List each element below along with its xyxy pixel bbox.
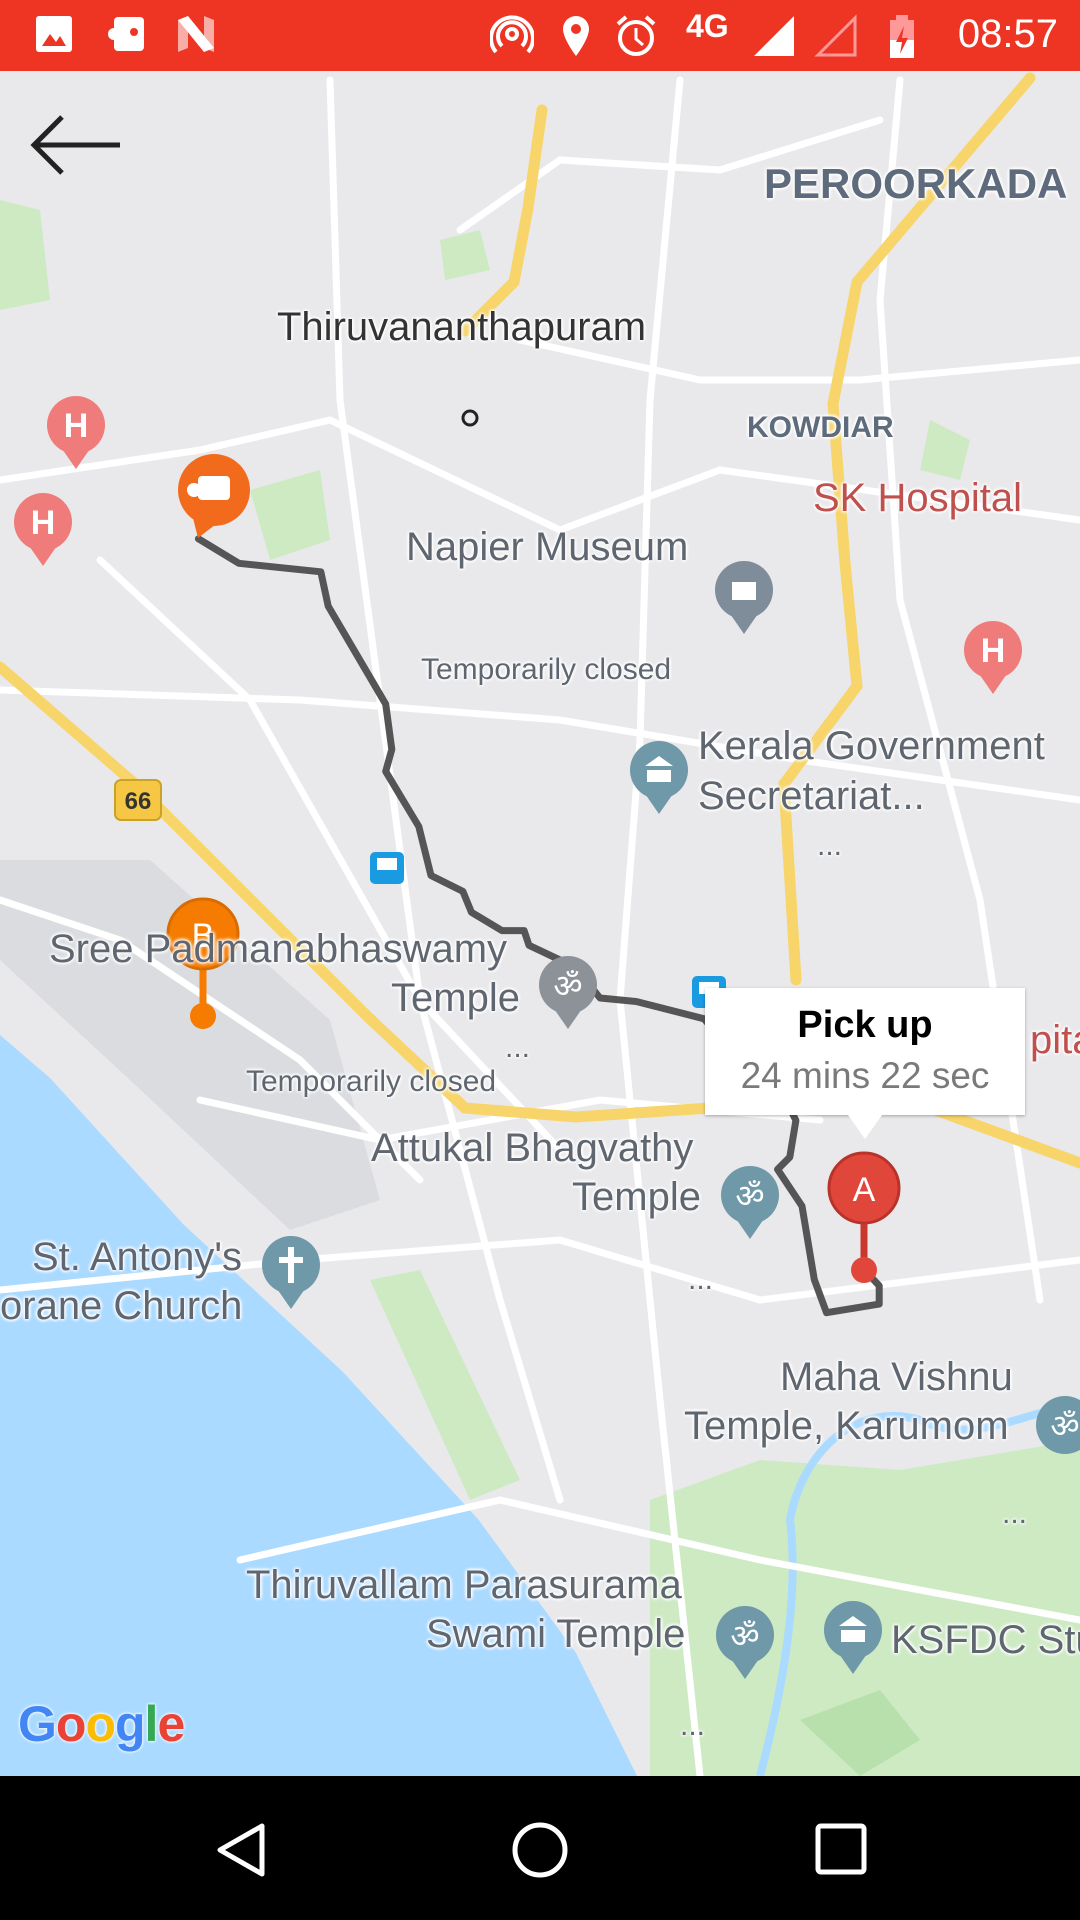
label-thiruvallam: Thiruvallam Parasurama — [246, 1563, 682, 1607]
svg-text:H: H — [981, 632, 1006, 670]
navigation-bar — [0, 1776, 1080, 1920]
label-hospital-partial: pital — [1030, 1018, 1080, 1062]
clock: 08:57 — [957, 12, 1058, 56]
label-ellipsis: ... — [688, 1263, 714, 1296]
label-temporarily-closed: Temporarily closed — [246, 1065, 497, 1098]
label-ellipsis: ... — [505, 1031, 531, 1064]
label-secretariat: Kerala Government — [698, 724, 1045, 768]
label-city: Thiruvananthapuram — [277, 305, 647, 349]
label-st-antony: St. Antony's — [32, 1235, 242, 1279]
svg-text:ॐ: ॐ — [735, 1177, 764, 1215]
signal-icon — [754, 16, 794, 56]
gallery-icon — [36, 16, 72, 52]
label-thiruvallam: Swami Temple — [426, 1612, 686, 1656]
svg-text:H: H — [31, 504, 56, 542]
pickup-eta: 24 mins 22 sec — [740, 1055, 990, 1096]
pickup-info-window[interactable]: Pick up 24 mins 22 sec — [705, 988, 1025, 1139]
label-st-antony: orane Church — [0, 1284, 243, 1328]
battery-charging-icon — [890, 15, 914, 58]
label-ellipsis: ... — [680, 1709, 706, 1742]
google-logo: Google — [18, 1696, 185, 1752]
pickup-title: Pick up — [797, 1004, 933, 1046]
network-type: 4G — [686, 8, 729, 44]
nav-back-icon[interactable] — [212, 1820, 272, 1880]
svg-text:ॐ: ॐ — [730, 1617, 759, 1655]
label-secretariat: Secretariat... — [698, 774, 925, 818]
app-notification-icon — [108, 17, 144, 51]
highway-number: 66 — [125, 788, 152, 815]
status-bar: 4G 08:57 — [0, 0, 1080, 71]
label-attukal: Attukal Bhagvathy — [371, 1126, 694, 1170]
label-ellipsis: ... — [1002, 1497, 1028, 1530]
back-arrow-icon[interactable] — [26, 110, 126, 180]
label-padmanabhaswamy: Sree Padmanabhaswamy — [49, 927, 508, 971]
svg-text:ॐ: ॐ — [553, 967, 582, 1005]
label-maha-vishnu: Temple, Karumom — [684, 1404, 1009, 1448]
nav-recents-icon[interactable] — [812, 1820, 872, 1880]
label-peroorkada: PEROORKADA — [764, 160, 1068, 207]
signal-empty-icon — [814, 14, 857, 57]
label-kowdiar: KOWDIAR — [747, 411, 894, 444]
label-napier-museum: Napier Museum — [406, 525, 689, 569]
label-ksfdc: KSFDC Stu — [891, 1618, 1080, 1662]
label-sk-hospital: SK Hospital — [813, 476, 1022, 520]
nav-home-icon[interactable] — [510, 1820, 570, 1880]
n-icon — [178, 16, 214, 52]
label-temporarily-closed: Temporarily closed — [421, 653, 672, 686]
label-attukal: Temple — [572, 1175, 701, 1219]
transit-icon[interactable] — [370, 852, 404, 884]
label-padmanabhaswamy: Temple — [391, 976, 520, 1020]
hotspot-icon — [490, 15, 534, 54]
label-maha-vishnu: Maha Vishnu — [780, 1355, 1013, 1399]
label-ellipsis: ... — [817, 829, 843, 862]
svg-text:ॐ: ॐ — [1050, 1407, 1079, 1445]
highway-66-shield: 66 — [114, 779, 162, 821]
location-icon — [563, 16, 589, 56]
svg-text:A: A — [853, 1171, 876, 1209]
svg-text:H: H — [64, 407, 89, 445]
alarm-icon — [616, 15, 656, 56]
